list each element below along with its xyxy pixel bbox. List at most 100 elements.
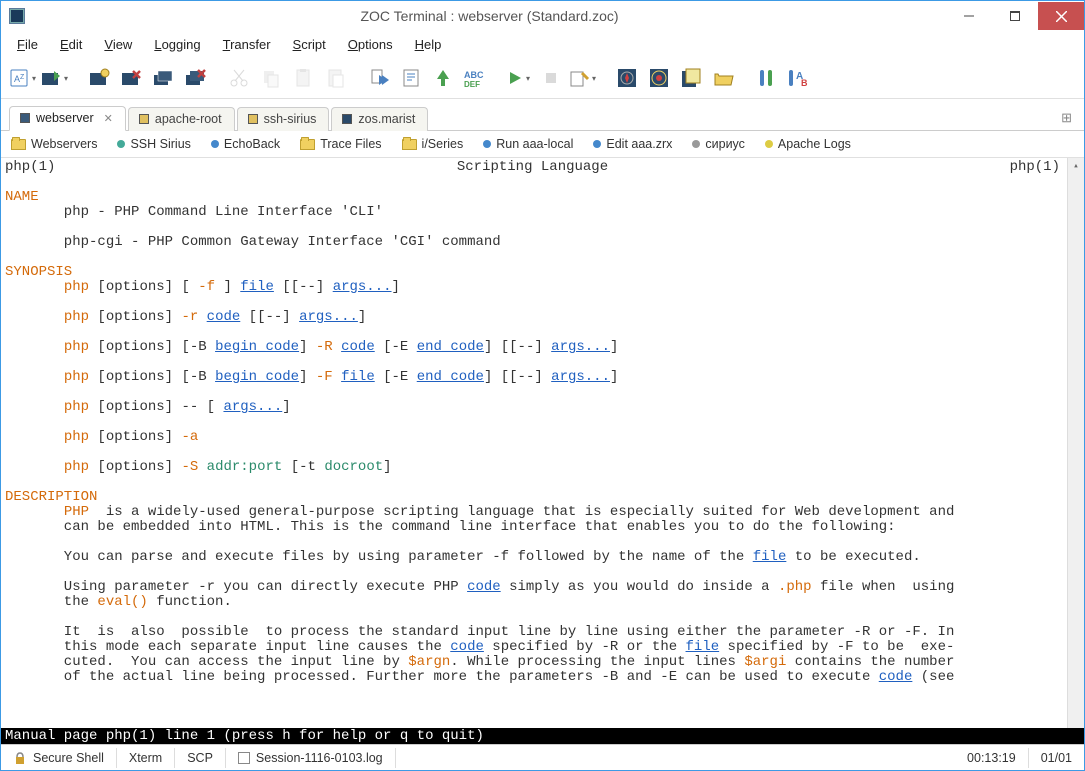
tool-new-connection[interactable]	[83, 62, 115, 94]
tool-abc[interactable]: ABCDEF	[459, 62, 491, 94]
dot-icon	[692, 140, 700, 148]
tool-disconnect[interactable]	[115, 62, 147, 94]
man-section-description: DESCRIPTION	[5, 489, 97, 505]
tool-print[interactable]	[319, 62, 351, 94]
dot-icon	[765, 140, 773, 148]
folder-icon	[402, 139, 417, 150]
tool-close-session[interactable]	[179, 62, 211, 94]
download-icon	[368, 67, 390, 89]
tab-ssh-sirius[interactable]: ssh-sirius	[237, 107, 330, 131]
tubes-icon	[756, 67, 778, 89]
tubes-ab-icon: AB	[787, 67, 811, 89]
terminal-view[interactable]: php(1)Scripting Languagephp(1) NAME php …	[1, 158, 1084, 728]
svg-text:B: B	[801, 78, 808, 88]
tool-reconnect[interactable]	[147, 62, 179, 94]
tool-open-folder[interactable]	[707, 62, 739, 94]
close-button[interactable]	[1038, 2, 1084, 30]
bookmark-edit-aaa-zrx[interactable]: Edit aaa.zrx	[593, 137, 672, 151]
tab-apache-root[interactable]: apache-root	[128, 107, 235, 131]
tool-stop-script[interactable]	[535, 62, 567, 94]
tab-zos-marist[interactable]: zos.marist	[331, 107, 428, 131]
bookmark-iseries[interactable]: i/Series	[402, 137, 464, 151]
text-send-icon	[400, 67, 422, 89]
abc-icon: ABCDEF	[463, 67, 487, 89]
tab-webserver[interactable]: webserver ✕	[9, 106, 126, 131]
bookmark-ssh-sirius[interactable]: SSH Sirius	[117, 137, 190, 151]
folder-icon	[300, 139, 315, 150]
terminal-new-icon	[88, 67, 110, 89]
svg-text:DEF: DEF	[464, 80, 480, 89]
menu-view[interactable]: View	[94, 33, 142, 56]
paste-icon	[292, 67, 314, 89]
target-icon	[648, 67, 670, 89]
bookmark-bar: Webservers SSH Sirius EchoBack Trace Fil…	[1, 131, 1084, 158]
checkbox-icon[interactable]	[238, 752, 250, 764]
tool-color-settings[interactable]	[751, 62, 783, 94]
stop-icon	[542, 69, 560, 87]
bookmark-echoback[interactable]: EchoBack	[211, 137, 280, 151]
minimize-button[interactable]	[946, 2, 992, 30]
tool-download[interactable]	[363, 62, 395, 94]
dot-icon	[117, 140, 125, 148]
status-bar: Secure Shell Xterm SCP Session-1116-0103…	[1, 744, 1084, 770]
tab-label: ssh-sirius	[264, 112, 317, 126]
maximize-button[interactable]	[992, 2, 1038, 30]
tool-paste[interactable]	[287, 62, 319, 94]
bookmark-sirius-cyr[interactable]: сириус	[692, 137, 745, 151]
tool-session-notes[interactable]	[675, 62, 707, 94]
close-icon	[1056, 11, 1067, 22]
tool-host-directory[interactable]: AZ▾	[7, 62, 39, 94]
menu-logging[interactable]: Logging	[144, 33, 210, 56]
tool-options[interactable]	[611, 62, 643, 94]
dot-icon	[483, 140, 491, 148]
man-section-name: NAME	[5, 189, 39, 205]
tool-session-profile[interactable]	[643, 62, 675, 94]
tab-bar: webserver ✕ apache-root ssh-sirius zos.m…	[1, 99, 1084, 131]
dot-icon	[593, 140, 601, 148]
toolbar: AZ▾ ▾ ABCDEF ▾ ▾	[1, 58, 1084, 99]
clipboard-doc-icon	[324, 67, 346, 89]
status-log[interactable]: Session-1116-0103.log	[226, 748, 396, 768]
tool-run-script[interactable]: ▾	[503, 62, 535, 94]
bookmark-apache-logs[interactable]: Apache Logs	[765, 137, 851, 151]
tool-quick-connect[interactable]: ▾	[39, 62, 71, 94]
notes-icon	[680, 67, 702, 89]
tab-close-icon[interactable]: ✕	[104, 112, 113, 125]
pencil-icon	[568, 67, 590, 89]
scrollbar[interactable]: ▴	[1067, 158, 1084, 728]
maximize-icon	[1010, 11, 1020, 21]
tool-font-settings[interactable]: AB	[783, 62, 815, 94]
man-text: php-cgi - PHP Common Gateway Interface '…	[5, 234, 501, 250]
app-icon	[9, 8, 25, 24]
menu-options[interactable]: Options	[338, 33, 403, 56]
menu-script[interactable]: Script	[283, 33, 336, 56]
tab-label: apache-root	[155, 112, 222, 126]
tool-edit-script[interactable]: ▾	[567, 62, 599, 94]
terminal-dup-icon	[152, 67, 174, 89]
tool-cut[interactable]	[223, 62, 255, 94]
term-header-center: Scripting Language	[55, 160, 1009, 175]
minimize-icon	[964, 11, 974, 21]
folder-icon	[11, 139, 26, 150]
tab-grid-button[interactable]: ⊞	[1061, 110, 1076, 130]
tab-icon	[248, 114, 258, 124]
tool-upload[interactable]	[395, 62, 427, 94]
play-icon	[506, 69, 524, 87]
status-terminal-type: Xterm	[117, 748, 175, 768]
terminal-close-icon	[120, 67, 142, 89]
window-title: ZOC Terminal : webserver (Standard.zoc)	[33, 8, 946, 24]
bookmark-run-aaa-local[interactable]: Run aaa-local	[483, 137, 573, 151]
svg-text:Z: Z	[20, 74, 25, 81]
menu-transfer[interactable]: Transfer	[213, 33, 281, 56]
man-text: php - PHP Command Line Interface 'CLI'	[5, 204, 383, 220]
menu-help[interactable]: Help	[405, 33, 452, 56]
bookmark-webservers[interactable]: Webservers	[11, 137, 97, 151]
scroll-up-icon[interactable]: ▴	[1068, 158, 1084, 175]
tool-send[interactable]	[427, 62, 459, 94]
bookmark-trace-files[interactable]: Trace Files	[300, 137, 381, 151]
menu-edit[interactable]: Edit	[50, 33, 92, 56]
terminal-del-icon	[184, 67, 206, 89]
tool-copy[interactable]	[255, 62, 287, 94]
menu-file[interactable]: File	[7, 33, 48, 56]
status-connection: Secure Shell	[1, 748, 117, 768]
